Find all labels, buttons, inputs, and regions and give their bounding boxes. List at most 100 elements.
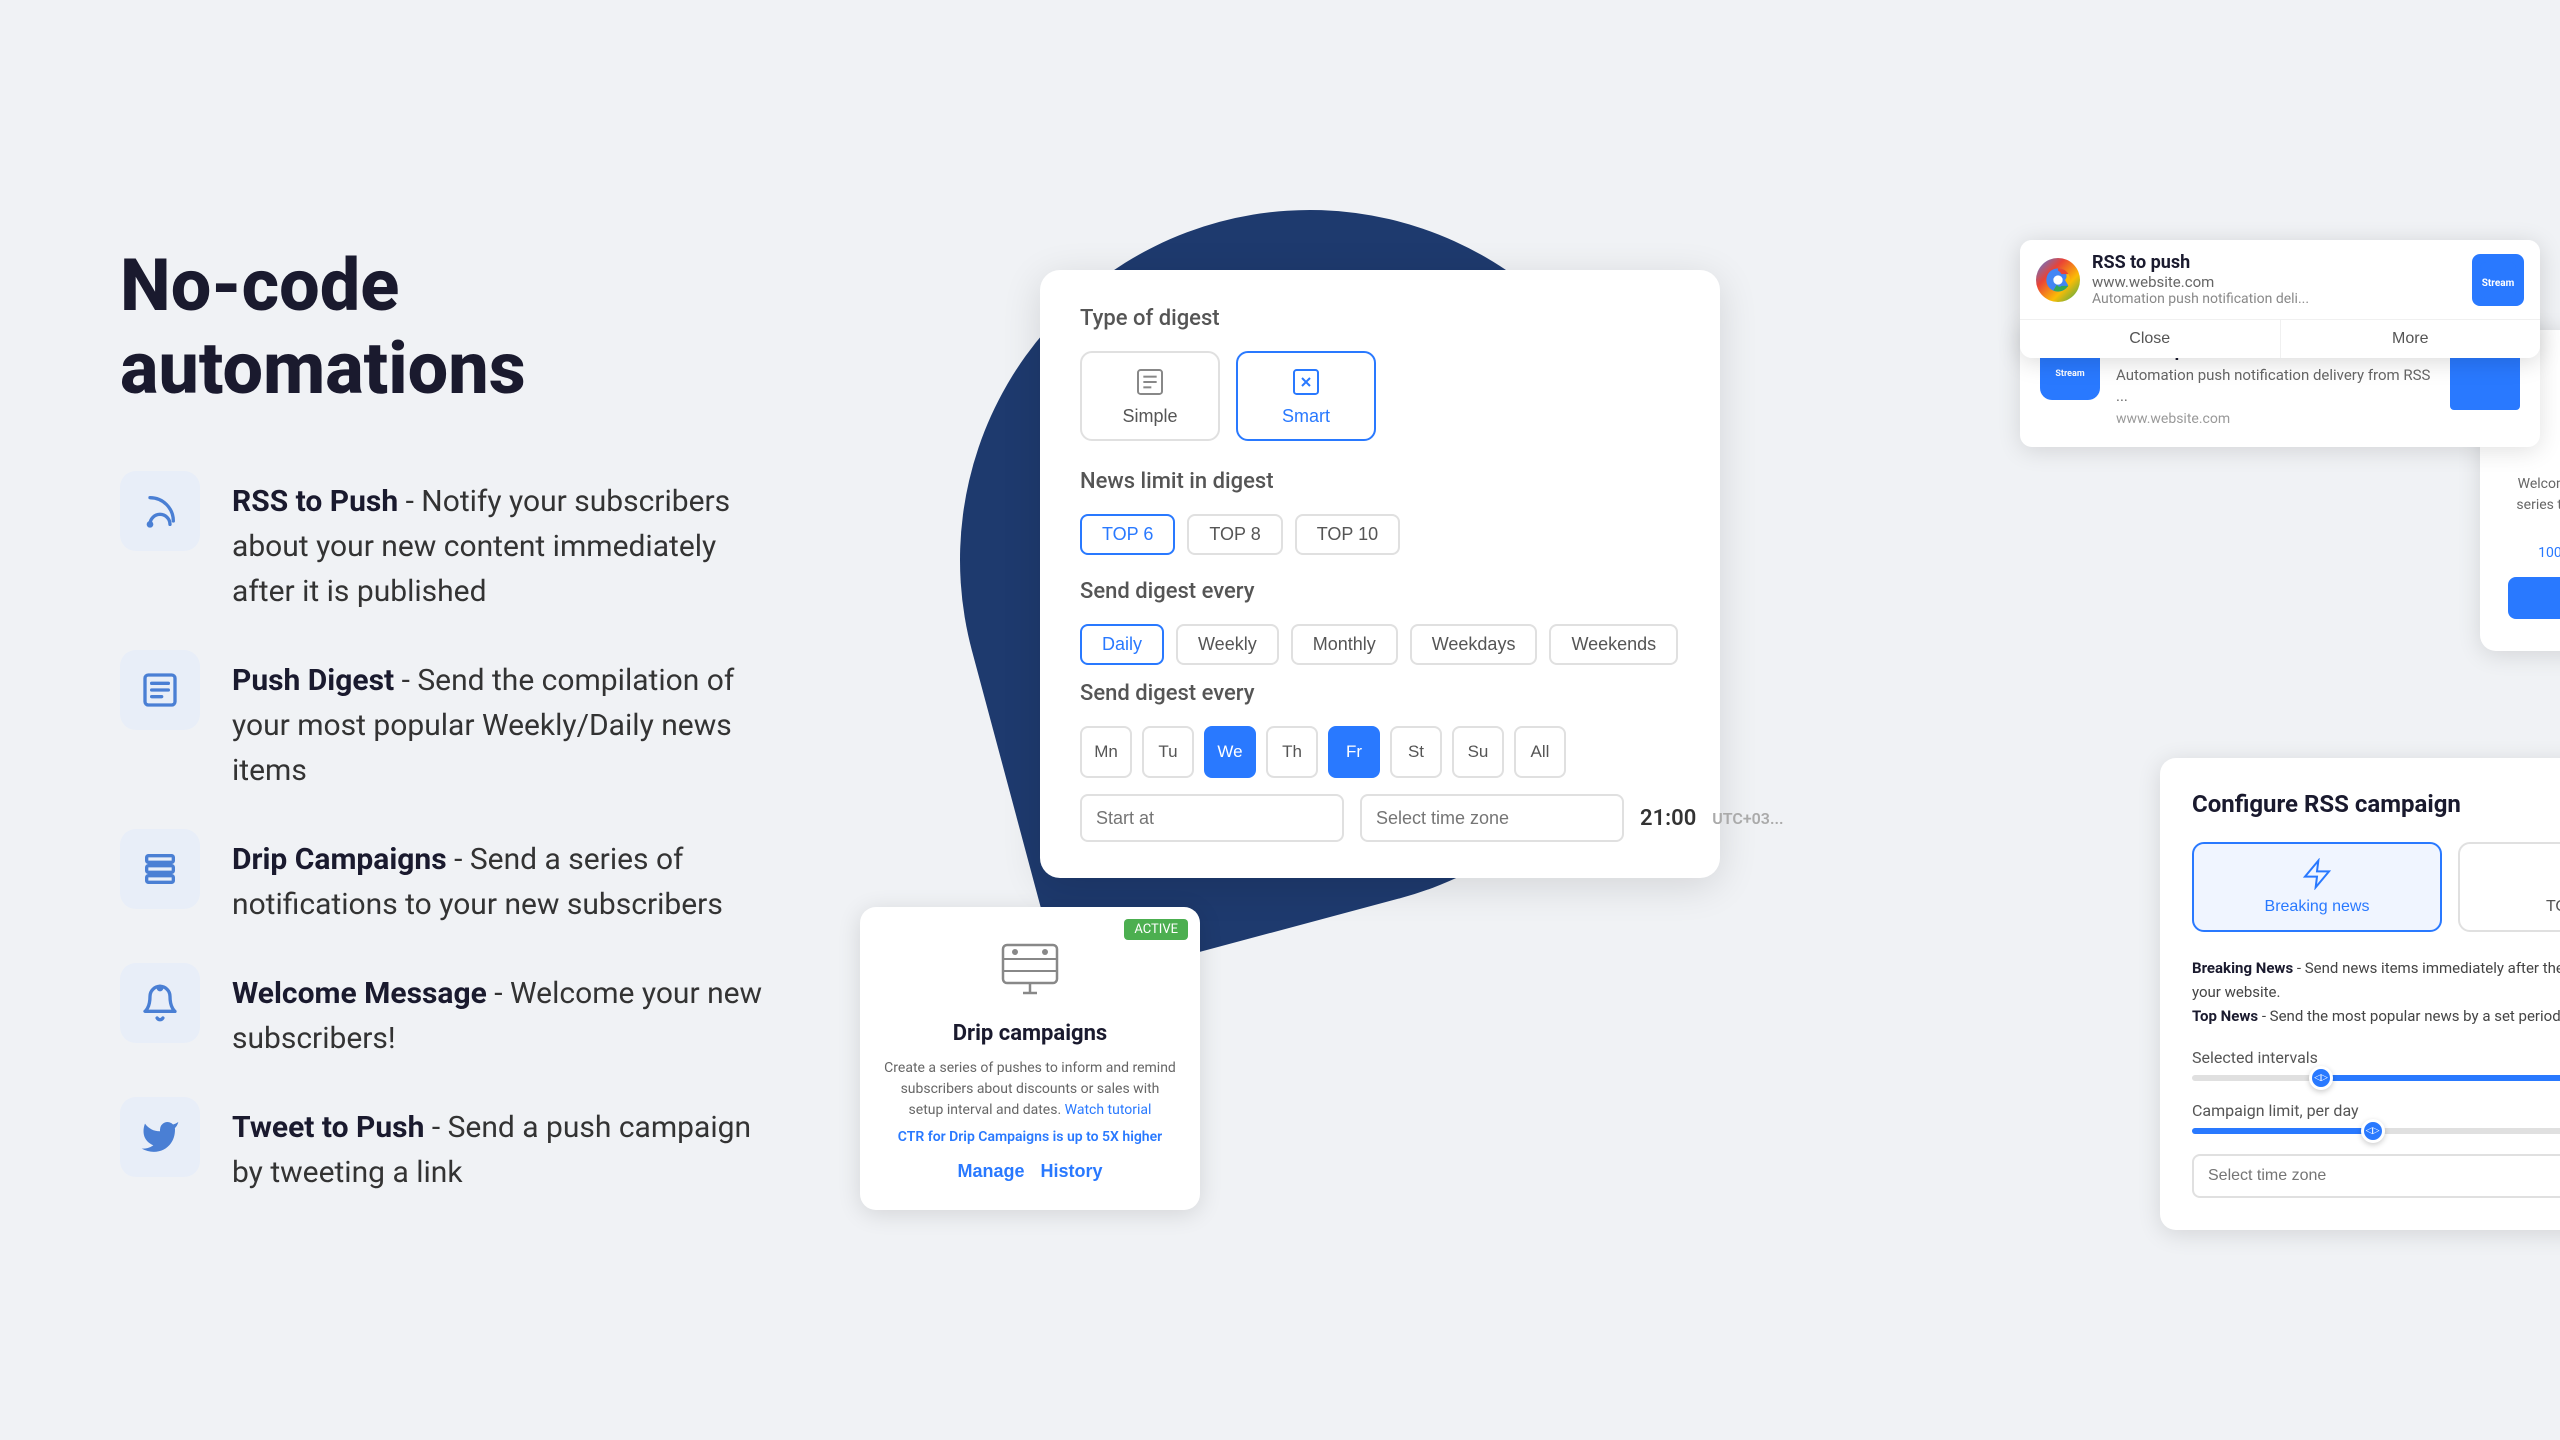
toast-close-button[interactable]: Close — [2020, 320, 2280, 358]
weekly-pill[interactable]: Weekly — [1176, 624, 1279, 665]
utc-display: UTC+03... — [1712, 809, 1783, 828]
digest-simple-btn[interactable]: Simple — [1080, 351, 1220, 441]
feature-item-digest: Push Digest - Send the compilation of yo… — [120, 650, 780, 793]
send-days-section: Send digest every Mn Tu We Th Fr St Su A… — [1080, 681, 1680, 778]
feature-item-tweet: Tweet to Push - Send a push campaign by … — [120, 1097, 780, 1195]
top8-pill[interactable]: TOP 8 — [1187, 514, 1282, 555]
svg-text:Stream: Stream — [2055, 369, 2084, 379]
limit-slider[interactable]: ◁▷ — [2192, 1128, 2560, 1134]
top-news-label: TOP news — [2546, 898, 2560, 916]
welcome-icon-box — [120, 963, 200, 1043]
toast-title: RSS to push — [2092, 252, 2460, 273]
notification-toast: RSS to push www.website.com Automation p… — [2020, 240, 2540, 358]
digest-icon-box — [120, 650, 200, 730]
drip-watch-tutorial-link[interactable]: Watch tutorial — [1065, 1102, 1152, 1118]
rss-type-row: Breaking news TOP news — [2192, 842, 2560, 932]
tweet-feature-text: Tweet to Push - Send a push campaign by … — [232, 1097, 780, 1195]
tu-btn[interactable]: Tu — [1142, 726, 1194, 778]
active-badge: ACTIVE — [1124, 919, 1188, 940]
page-wrapper: No-code automations RSS to Push - Notify… — [0, 0, 2560, 1440]
drip-ctr-text: CTR for Drip Campaigns is up to 5X highe… — [884, 1129, 1176, 1145]
simple-label: Simple — [1122, 406, 1177, 427]
news-limit-pills: TOP 6 TOP 8 TOP 10 — [1080, 514, 1680, 555]
we-btn[interactable]: We — [1204, 726, 1256, 778]
days-row: Mn Tu We Th Fr St Su All — [1080, 726, 1680, 778]
notif-body-desc: Automation push notification delivery fr… — [2116, 365, 2434, 407]
digest-card: Type of digest Simple S — [1040, 270, 1720, 878]
rss-configure-card: Configure RSS campaign Breaking news TOP… — [2160, 758, 2560, 1230]
rss-card-title: Configure RSS campaign — [2192, 790, 2560, 818]
welcome-highlight: 100% of new subscribers receive this pus… — [2508, 545, 2560, 561]
feature-item-rss: RSS to Push - Notify your subscribers ab… — [120, 471, 780, 614]
toast-stream-badge: Stream — [2472, 254, 2524, 306]
top-news-desc: - Send the most popular news by a set pe… — [2262, 1007, 2560, 1025]
rss-description: Breaking News - Send news items immediat… — [2192, 956, 2560, 1028]
top-news-bold: Top News — [2192, 1007, 2258, 1025]
su-btn[interactable]: Su — [1452, 726, 1504, 778]
drip-card-icon — [995, 935, 1065, 1005]
mn-btn[interactable]: Mn — [1080, 726, 1132, 778]
drip-feature-text: Drip Campaigns - Send a series of notifi… — [232, 829, 780, 927]
fr-btn[interactable]: Fr — [1328, 726, 1380, 778]
slider-handle-left[interactable]: ◁▷ — [2309, 1066, 2333, 1090]
svg-text:Stream: Stream — [2482, 278, 2515, 289]
twitter-icon — [140, 1117, 180, 1157]
time-display: 21:00 — [1640, 806, 1696, 831]
list-icon — [140, 670, 180, 710]
timezone-input[interactable] — [1360, 794, 1624, 842]
welcome-card-desc: Welcoming your new subscribers with grea… — [2508, 474, 2560, 537]
feature-list: RSS to Push - Notify your subscribers ab… — [120, 471, 780, 1195]
toast-more-button[interactable]: More — [2280, 320, 2541, 358]
rss-timezone-input[interactable] — [2192, 1154, 2560, 1198]
feature-item-drip: Drip Campaigns - Send a series of notifi… — [120, 829, 780, 927]
tweet-feature-name: Tweet to Push — [232, 1110, 424, 1145]
limit-slider-handle[interactable]: ◁▷ — [2361, 1119, 2385, 1143]
layers-icon — [140, 849, 180, 889]
toast-desc: Automation push notification deli... — [2092, 291, 2460, 307]
intervals-label-row: Selected intervals 08:00 - 20:00 — [2192, 1048, 2560, 1067]
toast-header: RSS to push www.website.com Automation p… — [2020, 240, 2540, 319]
daily-pill[interactable]: Daily — [1080, 624, 1164, 665]
digest-smart-btn[interactable]: Smart — [1236, 351, 1376, 441]
feature-item-welcome: Welcome Message - Welcome your new subsc… — [120, 963, 780, 1061]
breaking-news-label: Breaking news — [2265, 898, 2370, 916]
breaking-news-btn[interactable]: Breaking news — [2192, 842, 2442, 932]
send-frequency-section: Send digest every Daily Weekly Monthly W… — [1080, 579, 1680, 665]
start-at-input[interactable] — [1080, 794, 1344, 842]
intervals-text: Selected intervals — [2192, 1048, 2318, 1067]
rss-icon-box — [120, 471, 200, 551]
chrome-icon — [2036, 258, 2080, 302]
top10-pill[interactable]: TOP 10 — [1295, 514, 1400, 555]
news-limit-section: News limit in digest TOP 6 TOP 8 TOP 10 — [1080, 469, 1680, 555]
smart-label: Smart — [1282, 406, 1330, 427]
top-news-btn[interactable]: TOP news — [2458, 842, 2560, 932]
configure-button[interactable]: Configure — [2508, 577, 2560, 619]
th-btn[interactable]: Th — [1266, 726, 1318, 778]
notif-body-url: www.website.com — [2116, 411, 2434, 427]
intervals-slider[interactable]: ◁▷ ◁▷ — [2192, 1075, 2560, 1081]
bell-icon — [140, 983, 180, 1023]
drip-actions: Manage History — [884, 1161, 1176, 1182]
drip-feature-name: Drip Campaigns — [232, 842, 447, 877]
monthly-pill[interactable]: Monthly — [1291, 624, 1398, 665]
toast-url: www.website.com — [2092, 273, 2460, 291]
toast-actions: Close More — [2020, 319, 2540, 358]
digest-feature-text: Push Digest - Send the compilation of yo… — [232, 650, 780, 793]
drip-manage-btn[interactable]: Manage — [957, 1161, 1024, 1182]
st-btn[interactable]: St — [1390, 726, 1442, 778]
drip-history-btn[interactable]: History — [1041, 1161, 1103, 1182]
rss-feature-name: RSS to Push — [232, 484, 398, 519]
send-days-label: Send digest every — [1080, 681, 1680, 706]
limit-label-row: Campaign limit, per day 8 — [2192, 1101, 2560, 1120]
welcome-feature-name: Welcome Message — [232, 976, 487, 1011]
rss-feature-text: RSS to Push - Notify your subscribers ab… — [232, 471, 780, 614]
weekdays-pill[interactable]: Weekdays — [1410, 624, 1538, 665]
drip-card-title: Drip campaigns — [884, 1021, 1176, 1046]
send-every-label: Send digest every — [1080, 579, 1680, 604]
drip-card-desc: Create a series of pushes to inform and … — [884, 1058, 1176, 1121]
toast-content: RSS to push www.website.com Automation p… — [2092, 252, 2460, 307]
top6-pill[interactable]: TOP 6 — [1080, 514, 1175, 555]
time-row: 21:00 UTC+03... — [1080, 794, 1680, 842]
weekends-pill[interactable]: Weekends — [1549, 624, 1678, 665]
all-btn[interactable]: All — [1514, 726, 1566, 778]
